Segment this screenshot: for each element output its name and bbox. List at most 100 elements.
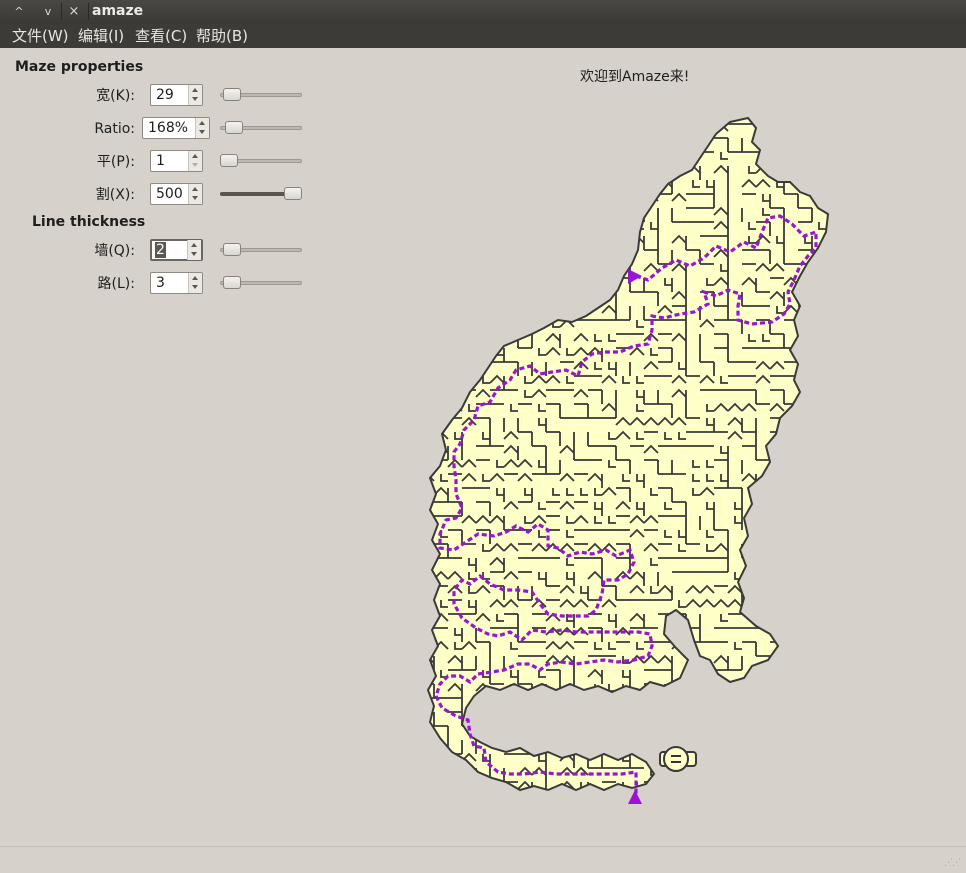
maze-wall-segment [428,122,435,132]
maze-wall-segment [811,402,827,412]
maze-wall-segment [833,404,840,411]
maze-wall-segment [833,180,840,187]
maze-wall-segment [440,418,448,426]
maze-wall-segment [524,152,532,160]
maze-wall-segment [790,432,798,440]
maze-wall-segment [475,332,491,342]
maze-wall-segment [461,262,477,272]
maze-wall-segment [482,264,490,272]
maze-wall-segment [818,754,826,762]
maze-wall-segment [671,136,687,146]
maze-wall-segment [552,264,560,272]
maze-wall-segment [804,600,812,608]
maze-wall-segment [427,796,434,803]
maze-wall-segment [496,264,504,272]
maze-wall-segment [496,278,504,286]
maze-wall-segment [428,306,434,314]
maze-wall-segment [608,124,616,132]
maze-wall-segment [503,290,519,300]
maze-wall-segment [833,446,840,453]
maze-wall-segment [699,724,715,734]
maze-wall-segment [650,754,658,762]
maze-wall-segment [573,262,589,272]
maze-wall-segment [748,530,756,538]
maze-wall-segment [503,192,519,202]
maze-wall-segment [797,136,813,146]
maze-wall-segment [678,628,686,636]
maze-wall-segment [833,642,840,649]
maze-wall-segment [818,152,826,160]
maze-wall-segment [818,530,826,538]
maze-wall-segment [833,334,840,341]
maze-wall-segment [699,766,715,776]
maze-wall-segment [755,724,771,734]
maze-wall-segment [489,696,505,706]
maze-wall-segment [769,780,785,790]
maze-wall-segment [797,430,813,440]
maze-wall-segment [531,220,547,230]
maze-wall-segment [833,516,840,523]
maze-wall-segment [454,222,462,230]
maze-wall-segment [482,320,490,328]
maze-wall-segment [797,458,813,468]
maze-wall-segment [825,122,828,132]
maze-wall-segment [825,528,828,538]
maze-wall-segment [762,530,770,538]
end-marker-icon [628,790,642,804]
maze-wall-segment [685,710,701,720]
maze-wall-segment [818,376,826,384]
maze-wall-segment [573,724,589,734]
maze-wall-segment [428,780,435,790]
maze-wall-segment [517,192,533,202]
maze-wall-segment [790,418,798,426]
maze-wall-segment [518,796,532,803]
maze-wall-segment [755,752,771,762]
maze-wall-segment [454,306,462,314]
maze-wall-segment [559,136,575,146]
maze-wall-segment [447,360,463,370]
maze-wall-segment [455,796,462,803]
maze-wall-segment [622,138,630,146]
maze-wall-segment [428,416,435,426]
maze-wall-segment [811,598,827,608]
maze-wall-segment [811,318,827,328]
maze-wall-segment [503,724,519,734]
maze-wall-segment [811,276,827,286]
maze-wall-segment [671,122,687,132]
maze-canvas[interactable] [0,0,966,872]
maze-wall-segment [433,220,449,230]
maze-wall-segment [623,796,630,803]
maze-wall-segment [818,544,826,552]
maze-wall-segment [510,236,518,244]
maze-wall-segment [804,180,812,188]
maze-wall-segment [428,334,434,342]
maze-wall-segment [783,752,799,762]
maze-wall-segment [594,222,602,230]
maze-wall-segment [531,164,547,174]
maze-body [426,116,840,803]
maze-wall-segment [510,306,518,314]
maze-wall-segment [762,502,770,510]
maze-wall-segment [461,374,477,384]
maze-wall-segment [428,460,434,468]
maze-wall-segment [524,250,532,258]
maze-wall-segment [510,740,518,748]
maze-wall-segment [685,780,701,790]
maze-wall-segment [825,500,828,510]
maze-wall-segment [833,488,840,495]
maze-wall-segment [588,796,602,803]
maze-wall-segment [769,164,785,174]
maze-wall-segment [587,290,603,300]
maze-wall-segment [685,766,701,776]
maze-wall-segment [811,696,827,706]
maze-wall-segment [804,404,812,412]
maze-wall-segment [608,180,616,188]
maze-wall-segment [482,698,490,706]
maze-wall-segment [538,250,546,258]
resize-grip-icon[interactable]: ⋰⋰ [944,858,961,868]
maze-wall-segment [545,122,561,132]
maze-wall-segment [776,544,784,552]
maze-wall-segment [573,304,589,314]
maze-wall-segment [650,138,658,146]
maze-wall-segment [428,670,434,678]
